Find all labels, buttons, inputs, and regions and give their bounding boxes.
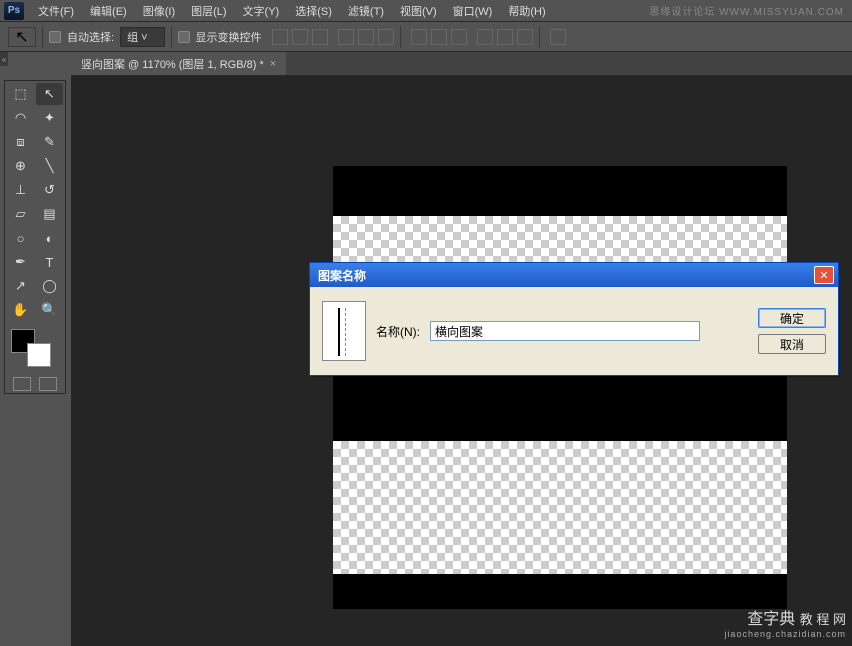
document-tab[interactable]: 竖向图案 @ 1170% (图层 1, RGB/8) * × <box>71 52 286 75</box>
document-black-band <box>333 166 787 216</box>
eyedropper-tool[interactable]: ✎ <box>36 131 63 153</box>
path-select-tool[interactable]: ↗ <box>7 275 34 297</box>
divider <box>42 26 43 48</box>
divider <box>171 26 172 48</box>
document-black-band <box>333 574 787 609</box>
auto-select-label: 自动选择: <box>67 29 114 45</box>
app-logo: Ps <box>4 2 24 20</box>
distribute-icon[interactable] <box>431 29 447 45</box>
distribute-group-1 <box>411 29 467 45</box>
document-tab-bar: 竖向图案 @ 1170% (图层 1, RGB/8) * × <box>71 52 852 76</box>
auto-select-checkbox[interactable] <box>49 31 61 43</box>
menu-edit[interactable]: 编辑(E) <box>82 1 135 21</box>
menu-view[interactable]: 视图(V) <box>392 1 445 21</box>
align-icon[interactable] <box>312 29 328 45</box>
background-color[interactable] <box>27 343 51 367</box>
menu-type[interactable]: 文字(Y) <box>235 1 288 21</box>
menu-bar: Ps 文件(F) 编辑(E) 图像(I) 图层(L) 文字(Y) 选择(S) 滤… <box>0 0 852 22</box>
auto-select-dropdown[interactable]: 组 ˅ <box>120 27 164 47</box>
dialog-title: 图案名称 <box>318 267 814 284</box>
ok-button[interactable]: 确定 <box>758 308 826 328</box>
lasso-tool[interactable]: ◠ <box>7 107 34 129</box>
name-label: 名称(N): <box>376 323 420 340</box>
menu-help[interactable]: 帮助(H) <box>500 1 553 21</box>
dialog-buttons: 确定 取消 <box>758 308 826 354</box>
current-tool-icon[interactable]: ↖ <box>8 27 36 47</box>
divider <box>400 26 401 48</box>
eraser-tool[interactable]: ▱ <box>7 203 34 225</box>
cancel-button[interactable]: 取消 <box>758 334 826 354</box>
healing-tool[interactable]: ⊕ <box>7 155 34 177</box>
document-transparency <box>333 441 787 574</box>
show-transform-label: 显示变换控件 <box>196 29 262 45</box>
dialog-titlebar[interactable]: 图案名称 ✕ <box>310 263 838 287</box>
standard-mode[interactable] <box>13 377 31 391</box>
document-black-band <box>333 366 787 441</box>
menu-filter[interactable]: 滤镜(T) <box>340 1 392 21</box>
align-icon[interactable] <box>378 29 394 45</box>
text-tool[interactable]: T <box>36 251 63 273</box>
gradient-tool[interactable]: ▤ <box>36 203 63 225</box>
mask-modes <box>7 377 63 391</box>
align-icon[interactable] <box>272 29 288 45</box>
quickmask-mode[interactable] <box>39 377 57 391</box>
menu-layer[interactable]: 图层(L) <box>183 1 234 21</box>
auto-align-icon[interactable] <box>550 29 566 45</box>
dodge-tool[interactable]: ◐ <box>36 227 63 249</box>
pattern-preview <box>322 301 366 361</box>
pen-tool[interactable]: ✒ <box>7 251 34 273</box>
brush-tool[interactable]: ╲ <box>36 155 63 177</box>
dialog-body: 名称(N): 确定 取消 <box>310 287 838 375</box>
pattern-name-dialog: 图案名称 ✕ 名称(N): 确定 取消 <box>309 262 839 376</box>
align-group-1 <box>272 29 328 45</box>
pattern-name-input[interactable] <box>430 321 700 341</box>
shape-tool[interactable]: ◯ <box>36 275 63 297</box>
distribute-group-2 <box>477 29 533 45</box>
marquee-tool[interactable]: ⬚ <box>7 83 34 105</box>
history-brush-tool[interactable]: ↺ <box>36 179 63 201</box>
align-icon[interactable] <box>292 29 308 45</box>
watermark-bottom-right: 查字典 教 程 网 jiaocheng.chazidian.com <box>724 610 846 640</box>
menu-image[interactable]: 图像(I) <box>135 1 183 21</box>
tab-title: 竖向图案 @ 1170% (图层 1, RGB/8) * <box>81 56 264 72</box>
crop-tool[interactable]: ⧈ <box>7 131 34 153</box>
dialog-close-button[interactable]: ✕ <box>814 266 834 284</box>
hand-tool[interactable]: ✋ <box>7 299 34 321</box>
wand-tool[interactable]: ✦ <box>36 107 63 129</box>
tab-close-icon[interactable]: × <box>270 58 276 70</box>
menu-file[interactable]: 文件(F) <box>30 1 82 21</box>
move-tool[interactable]: ↖ <box>36 83 63 105</box>
options-bar: ↖ 自动选择: 组 ˅ 显示变换控件 <box>0 22 852 52</box>
collapse-toggle[interactable]: « <box>0 52 8 66</box>
distribute-icon[interactable] <box>411 29 427 45</box>
distribute-icon[interactable] <box>451 29 467 45</box>
divider <box>539 26 540 48</box>
align-group-2 <box>338 29 394 45</box>
distribute-icon[interactable] <box>477 29 493 45</box>
distribute-icon[interactable] <box>517 29 533 45</box>
show-transform-checkbox[interactable] <box>178 31 190 43</box>
align-icon[interactable] <box>338 29 354 45</box>
stamp-tool[interactable]: ⊥ <box>7 179 34 201</box>
distribute-icon[interactable] <box>497 29 513 45</box>
watermark-top: 思缘设计论坛 WWW.MISSYUAN.COM <box>649 3 844 18</box>
menu-select[interactable]: 选择(S) <box>287 1 340 21</box>
blur-tool[interactable]: ○ <box>7 227 34 249</box>
menu-window[interactable]: 窗口(W) <box>445 1 501 21</box>
align-icon[interactable] <box>358 29 374 45</box>
auto-align-group <box>550 29 566 45</box>
zoom-tool[interactable]: 🔍 <box>36 299 63 321</box>
toolbox: ⬚ ↖ ◠ ✦ ⧈ ✎ ⊕ ╲ ⊥ ↺ ▱ ▤ ○ ◐ ✒ T ↗ ◯ ✋ 🔍 <box>4 80 66 394</box>
color-swatches <box>7 327 63 371</box>
